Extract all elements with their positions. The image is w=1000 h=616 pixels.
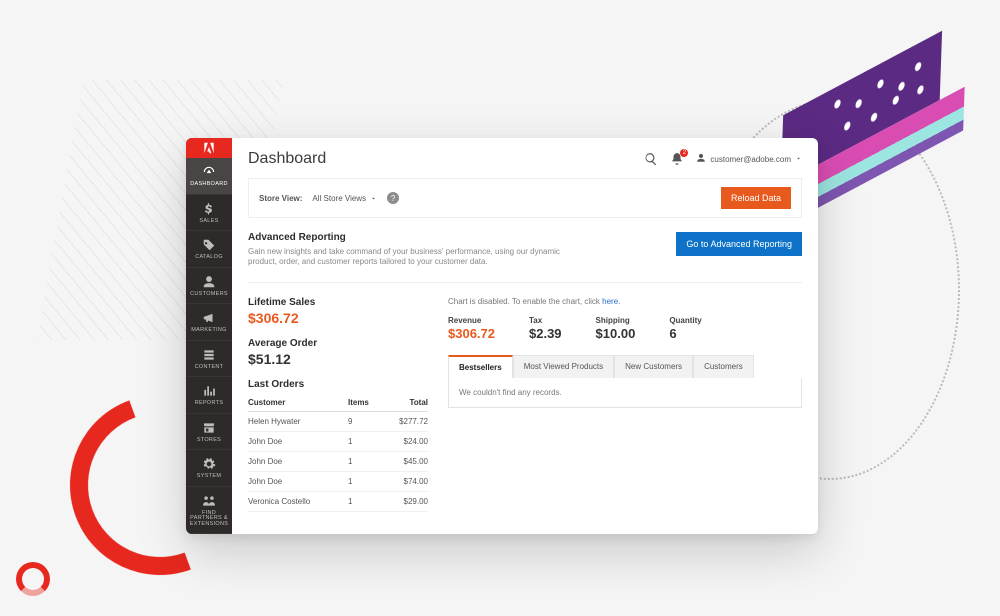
average-order-value: $51.12 (248, 351, 428, 367)
sidebar-item-label: SALES (199, 219, 218, 225)
app-window: DASHBOARD SALES CATALOG CUSTOMERS MARKETING C… (186, 138, 818, 534)
enable-chart-link[interactable]: here (602, 297, 618, 306)
lifetime-sales-value: $306.72 (248, 310, 428, 326)
sidebar-item-customers[interactable]: CUSTOMERS (186, 268, 232, 305)
order-total: $24.00 (382, 431, 428, 451)
tag-icon (202, 238, 216, 252)
tab-new-customers[interactable]: New Customers (614, 355, 693, 378)
page-title: Dashboard (248, 150, 326, 168)
order-customer: John Doe (248, 471, 348, 491)
store-view-selected: All Store Views (312, 194, 366, 203)
order-customer: John Doe (248, 431, 348, 451)
last-orders-title: Last Orders (248, 379, 428, 390)
sidebar-item-sales[interactable]: SALES (186, 195, 232, 232)
lifetime-sales-label: Lifetime Sales (248, 297, 428, 308)
gear-icon (202, 457, 216, 471)
notifications-icon[interactable]: 2 (670, 152, 684, 166)
layers-icon (202, 348, 216, 362)
adobe-logo-icon (202, 141, 216, 155)
orders-col-customer: Customer (248, 394, 348, 412)
table-row[interactable]: John Doe1$74.00 (248, 471, 428, 491)
brand-logo-tile[interactable] (186, 138, 232, 158)
bars-icon (202, 384, 216, 398)
sidebar-item-label: SYSTEM (197, 474, 221, 480)
table-row[interactable]: John Doe1$24.00 (248, 431, 428, 451)
sidebar-item-system[interactable]: SYSTEM (186, 450, 232, 487)
user-icon (202, 275, 216, 289)
storebar: Store View: All Store Views ? Reload Dat… (248, 178, 802, 218)
order-total: $29.00 (382, 491, 428, 511)
sidebar-item-label: MARKETING (191, 328, 226, 334)
sidebar-item-label: DASHBOARD (190, 182, 228, 188)
account-menu[interactable]: customer@adobe.com (696, 153, 802, 165)
sidebar-item-catalog[interactable]: CATALOG (186, 231, 232, 268)
decor-red-ring-logo (16, 562, 50, 596)
table-row[interactable]: John Doe1$45.00 (248, 451, 428, 471)
megaphone-icon (202, 311, 216, 325)
dollar-icon (202, 202, 216, 216)
order-customer: Helen Hywater (248, 411, 348, 431)
sidebar-item-label: REPORTS (195, 401, 224, 407)
metric-tax: Tax $2.39 (529, 316, 562, 341)
tab-content: We couldn't find any records. (448, 378, 802, 408)
orders-col-total: Total (382, 394, 428, 412)
chart-disabled-notice: Chart is disabled. To enable the chart, … (448, 297, 802, 306)
sidebar-item-dashboard[interactable]: DASHBOARD (186, 158, 232, 195)
user-icon (696, 153, 706, 165)
chevron-down-icon (370, 195, 377, 202)
sidebar-item-label: CUSTOMERS (190, 292, 228, 298)
average-order-label: Average Order (248, 338, 428, 349)
gauge-icon (202, 165, 216, 179)
go-to-advanced-reporting-button[interactable]: Go to Advanced Reporting (676, 232, 802, 256)
table-row[interactable]: Helen Hywater9$277.72 (248, 411, 428, 431)
advanced-reporting-title: Advanced Reporting (248, 232, 568, 243)
partners-icon (202, 494, 216, 508)
order-total: $277.72 (382, 411, 428, 431)
order-items: 9 (348, 411, 382, 431)
sidebar-item-label: STORES (197, 438, 221, 444)
order-customer: John Doe (248, 451, 348, 471)
sidebar: DASHBOARD SALES CATALOG CUSTOMERS MARKETING C… (186, 138, 232, 534)
metric-quantity: Quantity 6 (669, 316, 701, 341)
order-items: 1 (348, 431, 382, 451)
tab-empty-text: We couldn't find any records. (459, 388, 562, 397)
tab-most-viewed-products[interactable]: Most Viewed Products (513, 355, 614, 378)
order-customer: Veronica Costello (248, 491, 348, 511)
search-icon[interactable] (644, 152, 658, 166)
store-view-select[interactable]: All Store Views (312, 194, 377, 203)
metric-shipping: Shipping $10.00 (596, 316, 636, 341)
sidebar-item-stores[interactable]: STORES (186, 414, 232, 451)
advanced-reporting-desc: Gain new insights and take command of yo… (248, 247, 568, 268)
table-row[interactable]: Veronica Costello1$29.00 (248, 491, 428, 511)
sidebar-item-label: CONTENT (195, 365, 224, 371)
store-view-label: Store View: (259, 194, 302, 203)
order-items: 1 (348, 471, 382, 491)
sidebar-item-label: CATALOG (195, 255, 223, 261)
sidebar-item-marketing[interactable]: MARKETING (186, 304, 232, 341)
advanced-reporting-card: Advanced Reporting Gain new insights and… (248, 232, 802, 283)
order-items: 1 (348, 491, 382, 511)
metric-revenue: Revenue $306.72 (448, 316, 495, 341)
order-total: $74.00 (382, 471, 428, 491)
titlebar: Dashboard 2 customer@adobe.com (232, 138, 818, 178)
help-icon[interactable]: ? (387, 192, 399, 204)
tab-customers[interactable]: Customers (693, 355, 754, 378)
tabs: BestsellersMost Viewed ProductsNew Custo… (448, 355, 802, 378)
orders-table: Customer Items Total Helen Hywater9$277.… (248, 394, 428, 512)
sidebar-item-content[interactable]: CONTENT (186, 341, 232, 378)
main-panel: Dashboard 2 customer@adobe.com Store Vie… (232, 138, 818, 534)
orders-col-items: Items (348, 394, 382, 412)
metrics-row: Revenue $306.72 Tax $2.39 Shipping $10.0… (448, 316, 802, 341)
reload-data-button[interactable]: Reload Data (721, 187, 791, 209)
sidebar-item-label: FIND PARTNERS & EXTENSIONS (188, 511, 230, 528)
chevron-down-icon (795, 155, 802, 164)
account-email: customer@adobe.com (710, 155, 791, 164)
store-icon (202, 421, 216, 435)
order-total: $45.00 (382, 451, 428, 471)
notifications-badge: 2 (680, 149, 688, 157)
sidebar-item-find-partners-extensions[interactable]: FIND PARTNERS & EXTENSIONS (186, 487, 232, 535)
sidebar-item-reports[interactable]: REPORTS (186, 377, 232, 414)
tab-bestsellers[interactable]: Bestsellers (448, 355, 513, 378)
order-items: 1 (348, 451, 382, 471)
